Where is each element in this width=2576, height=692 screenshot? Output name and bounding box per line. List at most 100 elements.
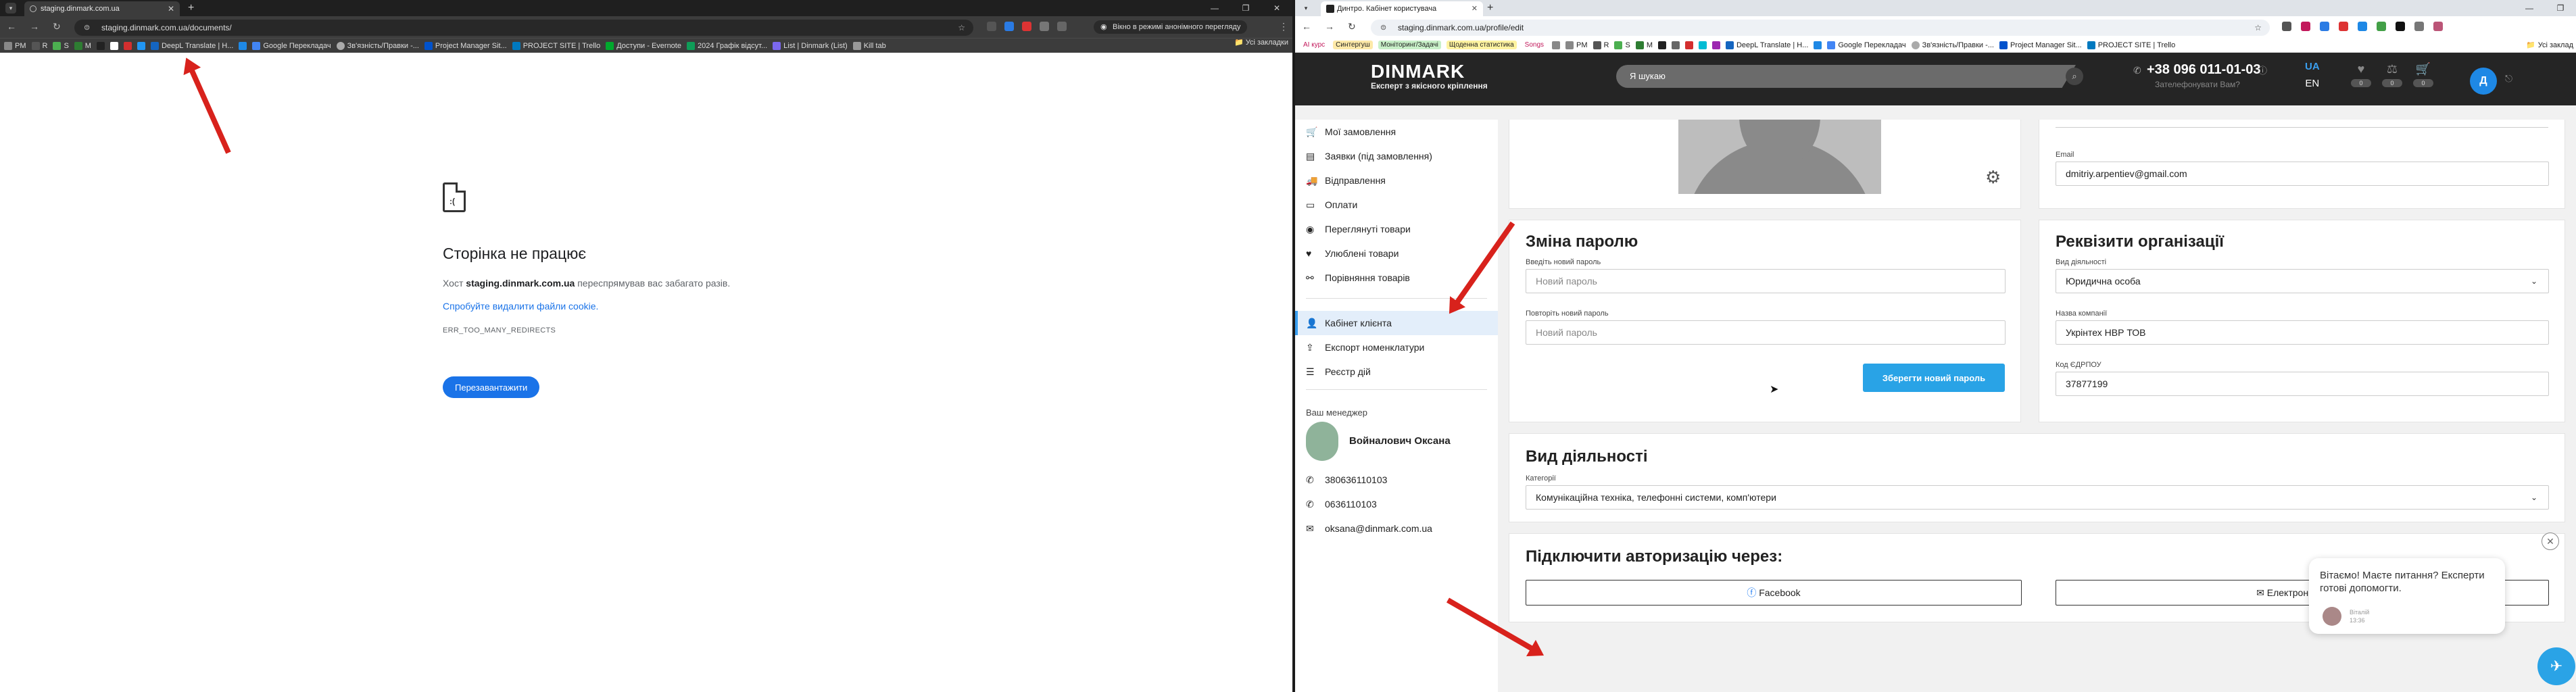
extensions-puzzle-icon[interactable] [1040, 22, 1049, 31]
extension-icon[interactable] [2339, 22, 2348, 31]
bookmark-item[interactable]: PROJECT SITE | Trello [512, 41, 600, 50]
bookmark-item[interactable] [239, 41, 247, 50]
bookmark-item[interactable]: Songs [1522, 41, 1547, 49]
bookmark-item[interactable]: R [31, 41, 47, 50]
maximize-icon[interactable]: ❐ [2545, 0, 2576, 16]
back-icon[interactable]: ← [7, 21, 16, 32]
menu-kebab-icon[interactable]: ⋮ [1279, 21, 1288, 32]
profile-icon[interactable] [2433, 22, 2443, 31]
logout-icon[interactable]: ⎋ [2505, 73, 2512, 84]
bookmark-star-icon[interactable]: ☆ [2254, 20, 2262, 36]
extension-icon[interactable] [2358, 22, 2367, 31]
all-bookmarks[interactable]: 📁 Усі заклад [2526, 41, 2576, 50]
sidebar-item-favorites[interactable]: ♥ Улюблені товари [1295, 241, 1498, 266]
tab-search-icon[interactable]: ▾ [1301, 3, 1311, 14]
minimize-icon[interactable]: — [2514, 0, 2545, 16]
telegram-chat-button[interactable]: ✈ [2537, 647, 2575, 685]
bookmark-item[interactable]: Google Перекладач [1827, 41, 1906, 49]
bookmark-item[interactable] [1671, 41, 1680, 49]
new-tab-button[interactable]: + [188, 0, 194, 16]
dinmark-logo[interactable]: DINMARK Експерт з якісного кріплення [1371, 61, 1488, 91]
sidebar-item-orders[interactable]: 🛒 Мої замовлення [1295, 120, 1498, 144]
bookmark-item[interactable]: Щоденна статистика [1446, 41, 1517, 49]
extension-icon[interactable] [987, 22, 996, 31]
extension-icon[interactable] [2377, 22, 2386, 31]
user-avatar[interactable]: Д [2470, 68, 2497, 95]
bookmark-item[interactable] [1657, 41, 1666, 49]
email-field[interactable]: dmitriy.arpentiev@gmail.com [2056, 162, 2549, 186]
bookmark-item[interactable] [1552, 41, 1561, 49]
sidebar-item-export[interactable]: ⇪ Експорт номенклатури [1295, 335, 1498, 360]
bookmark-item[interactable] [1698, 41, 1707, 49]
maximize-icon[interactable]: ❐ [1230, 0, 1261, 16]
tab-active[interactable]: staging.dinmark.com.ua ✕ [24, 1, 180, 16]
bookmark-item[interactable]: PROJECT SITE | Trello [2087, 41, 2175, 49]
bookmark-item[interactable]: Зв'язність/Правки -... [1911, 41, 1994, 49]
compare-icon[interactable]: ⚖ 0 [2381, 62, 2404, 87]
bookmark-item[interactable] [137, 41, 145, 50]
extension-icon[interactable] [1022, 22, 1031, 31]
favorites-icon[interactable]: ♥ 0 [2350, 62, 2373, 87]
close-tab-icon[interactable]: ✕ [1472, 1, 1478, 16]
manager-phone-2[interactable]: ✆ 0636110103 [1295, 492, 1498, 516]
bookmark-item[interactable]: Доступи - Evernote [606, 41, 681, 50]
facebook-auth-button[interactable]: ⓕ Facebook [1526, 580, 2022, 606]
bookmark-item[interactable] [123, 41, 132, 50]
header-phone[interactable]: +38 096 011-01-03 [2147, 62, 2261, 78]
profile-icon[interactable] [1057, 22, 1067, 31]
search-icon[interactable]: ⌕ [2066, 68, 2083, 85]
extension-icon[interactable] [2396, 22, 2405, 31]
reload-icon[interactable]: ↻ [1348, 21, 1356, 32]
manager-email[interactable]: ✉ oksana@dinmark.com.ua [1295, 516, 1498, 541]
site-info-icon[interactable]: ⊜ [84, 20, 90, 36]
bookmark-item[interactable]: PM [1565, 41, 1588, 49]
clear-cookies-link[interactable]: Спробуйте видалити файли cookie. [443, 301, 848, 312]
bookmark-item[interactable]: S [1614, 41, 1630, 49]
bookmark-star-icon[interactable]: ☆ [958, 20, 965, 36]
sidebar-item-shipments[interactable]: 🚚 Відправлення [1295, 168, 1498, 193]
search-input[interactable]: Я шукаю [1616, 65, 2076, 88]
chat-popup[interactable]: Вітаємо! Маєте питання? Експерти готові … [2309, 558, 2505, 634]
info-icon[interactable]: ⓘ [2258, 64, 2267, 76]
bookmark-item[interactable] [110, 41, 118, 50]
bookmark-item[interactable]: Моніторинг/Задачі [1378, 41, 1441, 49]
forward-icon[interactable]: → [30, 21, 39, 32]
manager-phone-1[interactable]: ✆ 380636110103 [1295, 468, 1498, 492]
bookmark-item[interactable]: M [74, 41, 91, 50]
bookmark-item[interactable] [1684, 41, 1693, 49]
bookmark-item[interactable]: S [53, 41, 69, 50]
bookmark-item[interactable]: M [1635, 41, 1653, 49]
lang-en[interactable]: EN [2305, 78, 2320, 89]
new-password-input[interactable]: Новий пароль [1526, 269, 2006, 293]
tab-search-icon[interactable]: ▾ [5, 3, 16, 14]
incognito-indicator[interactable]: Вікно в режимі анонімного перегляду [1094, 20, 1248, 34]
bookmark-item[interactable]: DeepL Translate | Н... [150, 41, 233, 50]
bookmark-item[interactable] [1711, 41, 1720, 49]
extension-icon[interactable] [1004, 22, 1014, 31]
close-tab-icon[interactable]: ✕ [168, 1, 174, 16]
chat-close-icon[interactable]: ✕ [2542, 533, 2559, 550]
bookmark-item[interactable]: 2024 Графік відсут... [686, 41, 767, 50]
sidebar-item-viewed[interactable]: ◉ Переглянуті товари [1295, 217, 1498, 241]
company-name-field[interactable]: Укрінтех НВР ТОВ [2056, 320, 2549, 345]
extensions-puzzle-icon[interactable] [2414, 22, 2424, 31]
address-bar[interactable]: ⊜ staging.dinmark.com.ua/profile/edit ☆ [1371, 20, 2270, 36]
extension-icon[interactable] [2282, 22, 2291, 31]
reload-button[interactable]: Перезавантажити [443, 376, 540, 398]
activity-type-select[interactable]: Юридична особа ⌄ [2056, 269, 2549, 293]
lang-ua[interactable]: UA [2305, 61, 2320, 72]
minimize-icon[interactable]: — [1199, 0, 1230, 16]
all-bookmarks[interactable]: 📁 Усі закладки [1234, 38, 1288, 47]
new-tab-button[interactable]: + [1487, 0, 1493, 16]
bookmark-item[interactable]: Google Перекладач [252, 41, 331, 50]
back-icon[interactable]: ← [1302, 21, 1311, 32]
bookmark-item[interactable]: Project Manager Sit... [424, 41, 507, 50]
edrpou-field[interactable]: 37877199 [2056, 372, 2549, 396]
bookmark-item[interactable]: PM [4, 41, 26, 50]
site-info-icon[interactable]: ⊜ [1380, 20, 1386, 36]
bookmark-item[interactable]: AI курс [1301, 41, 1328, 49]
extension-icon[interactable] [2301, 22, 2310, 31]
bookmark-item[interactable] [96, 41, 105, 50]
bookmark-item[interactable] [1814, 41, 1822, 49]
bookmark-item[interactable]: List | Dinmark (List) [773, 41, 848, 50]
